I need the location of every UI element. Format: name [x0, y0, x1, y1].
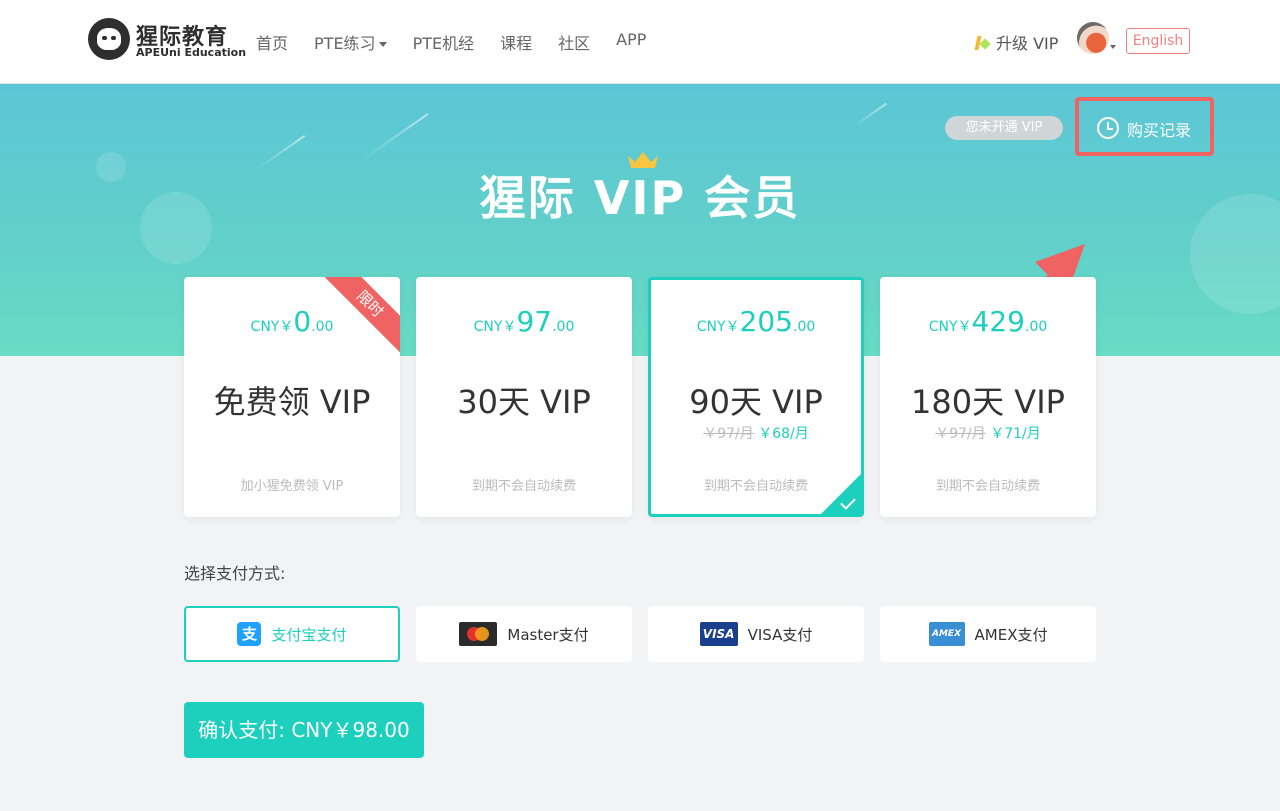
decorative-streak — [361, 113, 429, 161]
nav-item-community[interactable]: 社区 — [558, 30, 590, 54]
payment-method-name: VISA支付 — [747, 625, 813, 644]
plan-monthly-price: ￥97/月 ￥68/月 — [651, 423, 861, 443]
plan-card-30-days[interactable]: CNY￥97.00 30天 VIP 到期不会自动续费 — [416, 277, 632, 517]
plan-price: CNY￥97.00 — [416, 305, 632, 338]
payment-amex-button[interactable]: AMEX AMEX支付 — [880, 606, 1096, 662]
caret-down-icon[interactable] — [1110, 45, 1116, 49]
nav-item-home[interactable]: 首页 — [256, 30, 288, 54]
amex-icon: AMEX — [928, 622, 965, 646]
selected-corner — [821, 474, 861, 514]
plan-price-dec: .00 — [552, 319, 575, 335]
payment-alipay-button[interactable]: 支 支付宝支付 — [184, 606, 400, 662]
plan-currency: CNY￥ — [250, 319, 294, 335]
plan-name: 180天 VIP — [911, 383, 1065, 421]
nav-links: 首页 PTE练习 PTE机经 课程 社区 APP — [256, 30, 672, 54]
plan-currency: CNY￥ — [696, 319, 740, 335]
plan-price-int: 0 — [293, 305, 312, 338]
brand-name-en: APEUni Education — [136, 46, 247, 59]
nav-item-courses[interactable]: 课程 — [500, 30, 532, 54]
plan-note: 加小猩免费领 VIP — [240, 479, 344, 494]
plan-currency: CNY￥ — [473, 319, 517, 335]
decorative-streak — [853, 102, 887, 128]
payment-visa-button[interactable]: VISA VISA支付 — [648, 606, 864, 662]
caret-down-icon — [378, 42, 387, 47]
upgrade-vip-link[interactable]: 升级 VIP — [976, 30, 1058, 54]
payment-mastercard-button[interactable]: Master支付 — [416, 606, 632, 662]
plan-card-free[interactable]: CNY￥0.00 免费领 VIP 加小猩免费领 VIP 限时 — [184, 277, 400, 517]
mastercard-icon — [459, 622, 498, 646]
upgrade-vip-label: 升级 VIP — [996, 34, 1059, 53]
alipay-icon: 支 — [237, 622, 262, 646]
plan-note: 到期不会自动续费 — [471, 479, 576, 494]
plan-monthly-price: ￥97/月 ￥71/月 — [880, 423, 1096, 443]
original-monthly-price: ￥97/月 — [935, 426, 986, 442]
nav-item-app[interactable]: APP — [616, 30, 646, 54]
payment-method-label: 选择支付方式: — [184, 564, 286, 583]
original-monthly-price: ￥97/月 — [703, 426, 754, 442]
plan-name: 90天 VIP — [689, 383, 823, 421]
nav-item-label: PTE练习 — [314, 34, 376, 53]
payment-method-name: AMEX支付 — [974, 625, 1048, 644]
discounted-monthly-price: ￥71/月 — [990, 426, 1041, 442]
plan-currency: CNY￥ — [928, 319, 972, 335]
plan-price-int: 97 — [516, 305, 553, 338]
language-button[interactable]: English — [1126, 28, 1190, 54]
payment-method-name: 支付宝支付 — [271, 625, 347, 644]
top-navbar: 猩际教育 APEUni Education 首页 PTE练习 PTE机经 课程 … — [0, 0, 1280, 84]
plan-price-dec: .00 — [311, 319, 334, 335]
plan-price-dec: .00 — [1025, 319, 1048, 335]
plan-note: 到期不会自动续费 — [935, 479, 1040, 494]
plan-price-int: 205 — [739, 305, 793, 338]
page-title: 猩际 VIP 会员 — [479, 171, 801, 225]
plan-name: 免费领 VIP — [213, 383, 371, 421]
user-avatar[interactable] — [1077, 22, 1109, 54]
confirm-payment-button[interactable]: 确认支付: CNY￥98.00 — [184, 702, 424, 758]
gorilla-logo-icon — [88, 18, 130, 60]
plan-card-90-days[interactable]: CNY￥205.00 90天 VIP ￥97/月 ￥68/月 到期不会自动续费 — [648, 277, 864, 517]
brand-logo[interactable]: 猩际教育 APEUni Education — [88, 18, 246, 62]
plan-card-180-days[interactable]: CNY￥429.00 180天 VIP ￥97/月 ￥71/月 到期不会自动续费 — [880, 277, 1096, 517]
discounted-monthly-price: ￥68/月 — [758, 426, 809, 442]
vip-icon — [976, 36, 990, 50]
vip-status-badge: 您未开通 VIP — [945, 116, 1063, 140]
plan-price-dec: .00 — [793, 319, 816, 335]
plan-price-int: 429 — [971, 305, 1025, 338]
plan-name: 30天 VIP — [457, 383, 591, 421]
visa-icon: VISA — [699, 622, 738, 646]
nav-item-pte-practice[interactable]: PTE练习 — [314, 30, 387, 54]
purchase-history-button[interactable]: 购买记录 — [1075, 97, 1214, 156]
payment-method-name: Master支付 — [507, 625, 589, 644]
purchase-history-label: 购买记录 — [1127, 121, 1192, 140]
nav-item-pte-questions[interactable]: PTE机经 — [413, 30, 475, 54]
history-clock-icon — [1097, 117, 1119, 139]
plan-price: CNY￥429.00 — [880, 305, 1096, 338]
plan-price: CNY￥205.00 — [651, 305, 861, 338]
